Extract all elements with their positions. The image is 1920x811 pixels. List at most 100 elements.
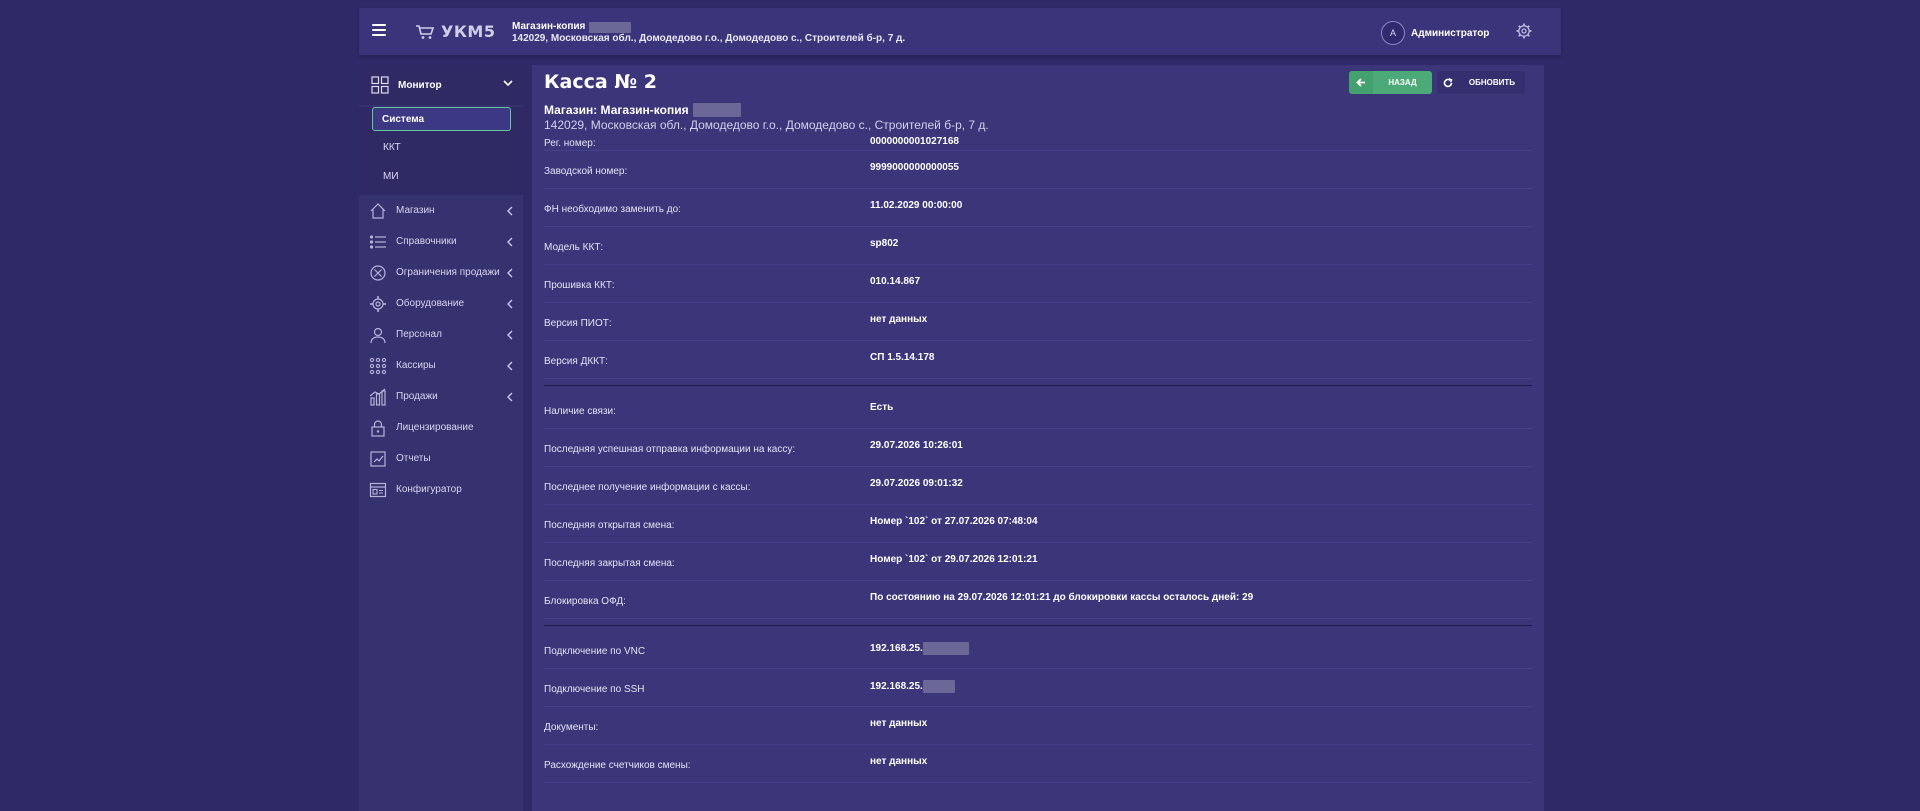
user-name: Администратор: [1411, 27, 1490, 39]
info-value: 192.168.25.: [870, 642, 969, 655]
sidebar-item-label: Кассиры: [396, 360, 436, 371]
gear-icon[interactable]: [1516, 23, 1532, 39]
info-value: 0000000001027168: [870, 136, 959, 147]
info-value: 11.02.2029 00:00:00: [870, 200, 962, 211]
refresh-icon: [1437, 77, 1459, 88]
info-value-text: 0000000001027168: [870, 136, 959, 147]
shop-title: Магазин: Магазин-копия: [544, 103, 741, 117]
info-row: ФН необходимо заменить до: 11.02.2029 00:…: [544, 189, 1532, 227]
sidebar-item-label: Магазин: [396, 205, 435, 216]
page-title: Касса № 2: [544, 71, 658, 93]
chevron-left-icon: [507, 330, 513, 340]
chevron-left-icon: [507, 392, 513, 402]
info-row: Заводской номер: 9999000000000055: [544, 151, 1532, 189]
sidebar-subitem-system[interactable]: Система: [372, 107, 511, 131]
info-value-text: По состоянию на 29.07.2026 12:01:21 до б…: [870, 592, 1254, 603]
info-row: Версия ПИОТ: нет данных: [544, 303, 1532, 341]
info-value: нет данных: [870, 718, 927, 729]
sidebar-item-report[interactable]: Отчеты: [359, 443, 523, 474]
chevron-down-icon: [503, 80, 513, 87]
info-row: Блокировка ОФД: По состоянию на 29.07.202…: [544, 581, 1532, 619]
info-label: Версия ПИОТ:: [544, 318, 612, 329]
logo-text: УКМ5: [441, 22, 496, 41]
back-button[interactable]: НАЗАД: [1349, 71, 1432, 94]
info-value-text: нет данных: [870, 718, 928, 729]
home-icon: [369, 202, 387, 220]
info-row: Подключение по SSH 192.168.25.: [544, 669, 1532, 707]
store-address: 142029, Московская обл., Домодедово г.о.…: [512, 33, 906, 44]
info-row: Документы: нет данных: [544, 707, 1532, 745]
menu-toggle-icon[interactable]: [372, 24, 386, 36]
refresh-button[interactable]: ОБНОВИТЬ: [1437, 71, 1525, 94]
chevron-left-icon: [507, 206, 513, 216]
chevron-left-icon: [507, 237, 513, 247]
sidebar-subitem-mi[interactable]: МИ: [359, 162, 523, 191]
sidebar-item-grid-dots[interactable]: Кассиры: [359, 350, 523, 381]
redacted-block: [692, 103, 741, 117]
sidebar-menu: Магазин Справочники Ограничения продажи Обо…: [359, 195, 523, 505]
info-label: Последнее получение информации с кассы:: [544, 482, 751, 493]
sidebar: Монитор Система ККТ МИ Магазин Справочник…: [359, 65, 523, 811]
sidebar-item-label: Справочники: [396, 236, 457, 247]
info-row: Подключение по VNC 192.168.25.: [544, 631, 1532, 669]
info-value-text: нет данных: [870, 756, 928, 767]
sidebar-item-label: Оборудование: [396, 298, 465, 309]
info-label: Последняя закрытая смена:: [544, 558, 675, 569]
sidebar-item-label: Монитор: [398, 79, 442, 91]
info-value-text: 9999000000000055: [870, 162, 959, 173]
redacted-block: [589, 21, 632, 33]
info-value: СП 1.5.14.178: [870, 352, 934, 363]
info-row: Расхождение счетчиков смены: нет данных: [544, 745, 1532, 783]
sidebar-item-monitor[interactable]: Монитор: [359, 65, 523, 105]
content-scroll-rail[interactable]: [1544, 65, 1550, 811]
info-value-text: 29.07.2026 10:26:01: [870, 440, 963, 451]
sidebar-item-list[interactable]: Справочники: [359, 226, 523, 257]
user-menu[interactable]: А Администратор: [1381, 21, 1489, 45]
kkt-info-list: Рег. номер: 0000000001027168 Заводской ном…: [544, 131, 1532, 783]
sidebar-item-chart[interactable]: Продажи: [359, 381, 523, 412]
main-content: Касса № 2 НАЗАД ОБНОВИТЬ Магазин: Магази…: [532, 65, 1544, 811]
info-label: Подключение по SSH: [544, 684, 645, 695]
sidebar-item-user[interactable]: Персонал: [359, 319, 523, 350]
info-value-text: Номер `102` от 27.07.2026 07:48:04: [870, 516, 1038, 527]
chevron-left-icon: [507, 361, 513, 371]
info-value-text: Есть: [870, 402, 894, 413]
sidebar-item-home[interactable]: Магазин: [359, 195, 523, 226]
sidebar-item-label: Конфигуратор: [396, 484, 462, 495]
info-label: Последняя успешная отправка информации н…: [544, 444, 796, 455]
sidebar-item-restrict[interactable]: Ограничения продажи: [359, 257, 523, 288]
info-label: Модель ККТ:: [544, 242, 604, 253]
sidebar-item-lock[interactable]: Лицензирование: [359, 412, 523, 443]
info-label: ФН необходимо заменить до:: [544, 204, 681, 215]
info-row: Рег. номер: 0000000001027168: [544, 131, 1532, 151]
sidebar-subitem-kkt[interactable]: ККТ: [359, 133, 523, 162]
arrow-left-icon: [1349, 71, 1373, 94]
logo[interactable]: УКМ5: [415, 22, 495, 41]
info-value-text: 11.02.2029 00:00:00: [870, 200, 963, 211]
sidebar-item-equipment[interactable]: Оборудование: [359, 288, 523, 319]
list-icon: [369, 233, 387, 251]
redacted-block: [922, 642, 969, 655]
shop-title-text: Магазин: Магазин-копия: [544, 103, 689, 117]
sidebar-item-label: Лицензирование: [396, 422, 474, 433]
info-row: Последняя открытая смена: Номер `102` от …: [544, 505, 1532, 543]
info-value: нет данных: [870, 314, 927, 325]
info-value: sp802: [870, 238, 898, 249]
chart-icon: [369, 388, 387, 406]
info-row: Модель ККТ: sp802: [544, 227, 1532, 265]
info-row: Последняя успешная отправка информации н…: [544, 429, 1532, 467]
grid-dots-icon: [369, 357, 387, 375]
shop-address: 142029, Московская обл., Домодедово г.о.…: [544, 118, 989, 132]
store-info: Магазин-копия 142029, Московская обл., Д…: [512, 21, 905, 45]
info-row: Наличие связи: Есть: [544, 391, 1532, 429]
section-divider: [544, 379, 1532, 391]
sidebar-item-config[interactable]: Конфигуратор: [359, 474, 523, 505]
info-value: 29.07.2026 09:01:32: [870, 478, 963, 489]
info-value: 010.14.867: [870, 276, 920, 287]
info-label: Последняя открытая смена:: [544, 520, 675, 531]
chevron-left-icon: [507, 299, 513, 309]
info-value-text: 29.07.2026 09:01:32: [870, 478, 963, 489]
monitor-submenu: Система ККТ МИ: [359, 107, 523, 195]
dashboard-icon: [371, 76, 389, 94]
sidebar-item-label: Персонал: [396, 329, 442, 340]
